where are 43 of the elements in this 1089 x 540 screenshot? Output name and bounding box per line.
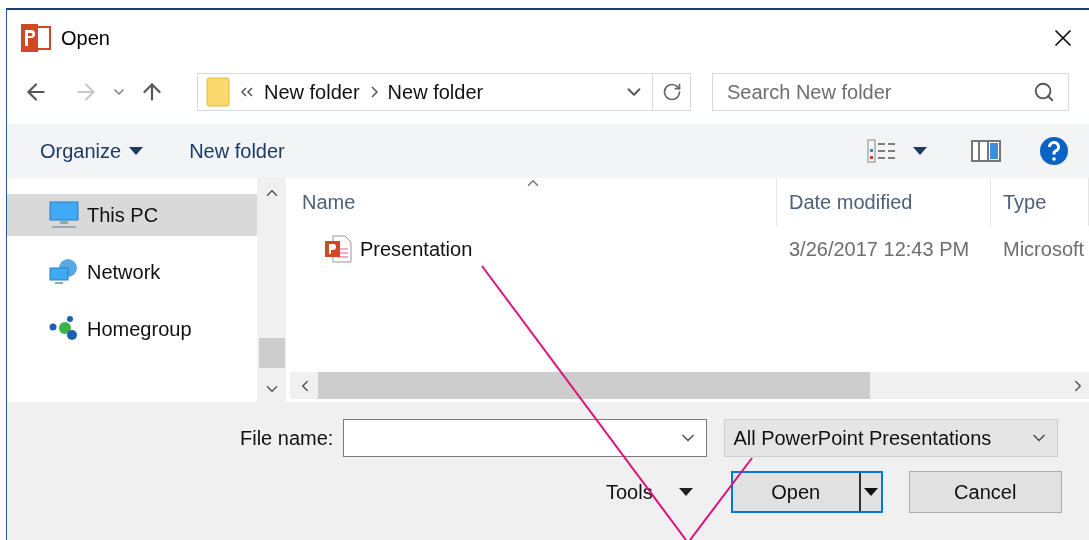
help-button[interactable] (1039, 136, 1069, 166)
search-field[interactable]: Search New folder (712, 73, 1069, 111)
preview-pane-button[interactable] (971, 140, 1001, 162)
organize-button[interactable]: Organize (40, 139, 144, 163)
file-name-label: File name: (240, 426, 334, 450)
file-name-cell[interactable]: Presentation (290, 226, 777, 272)
network-globe-icon (49, 258, 79, 286)
dropdown-caret-icon (913, 147, 927, 155)
presentation-app-logo-icon (21, 24, 51, 52)
cancel-button[interactable]: Cancel (908, 471, 1062, 513)
date-modified-cell-text: 3/26/2017 12:43 PM (788, 236, 971, 262)
column-header[interactable]: Date modified (777, 178, 991, 226)
scrollbar-thumb[interactable] (258, 338, 285, 368)
vertical-scrollbar[interactable] (257, 178, 286, 402)
column-header[interactable]: Name (290, 178, 777, 226)
double-chevron-icon (240, 87, 254, 97)
open-button[interactable]: Open (730, 471, 883, 513)
file-type-dropdown[interactable]: All PowerPoint Presentations (724, 419, 1059, 457)
breadcrumb-item[interactable]: New folder (264, 80, 360, 104)
window-title: Open (61, 26, 111, 50)
view-options-button[interactable] (867, 139, 927, 163)
address-bar[interactable]: New folder New folder (197, 73, 691, 111)
refresh-icon (661, 82, 682, 102)
column-header[interactable]: Type (991, 178, 1089, 226)
presentation-file-icon (324, 235, 352, 263)
horizontal-scrollbar[interactable] (290, 372, 1089, 399)
sidebar-item[interactable]: Network (7, 251, 257, 293)
folder-icon (206, 77, 230, 107)
dropdown-caret-icon (678, 488, 693, 496)
new-folder-button[interactable]: New folder (189, 139, 285, 163)
sidebar-item[interactable]: Homegroup (7, 308, 257, 350)
monitor-icon (49, 201, 79, 229)
search-icon (1033, 81, 1055, 103)
scrollbar-thumb[interactable] (318, 372, 870, 399)
homegroup-icon (49, 315, 79, 343)
tools-button[interactable]: Tools (606, 480, 693, 504)
sidebar-item[interactable]: This PC (7, 194, 257, 236)
dropdown-caret-icon (863, 488, 878, 496)
breadcrumb-chevron-icon (369, 86, 378, 98)
dropdown-caret-icon (129, 147, 144, 155)
breadcrumb-item[interactable]: New folder (387, 80, 484, 104)
file-name-field[interactable] (343, 419, 708, 457)
type-cell-text: Microsoft (1002, 236, 1086, 262)
